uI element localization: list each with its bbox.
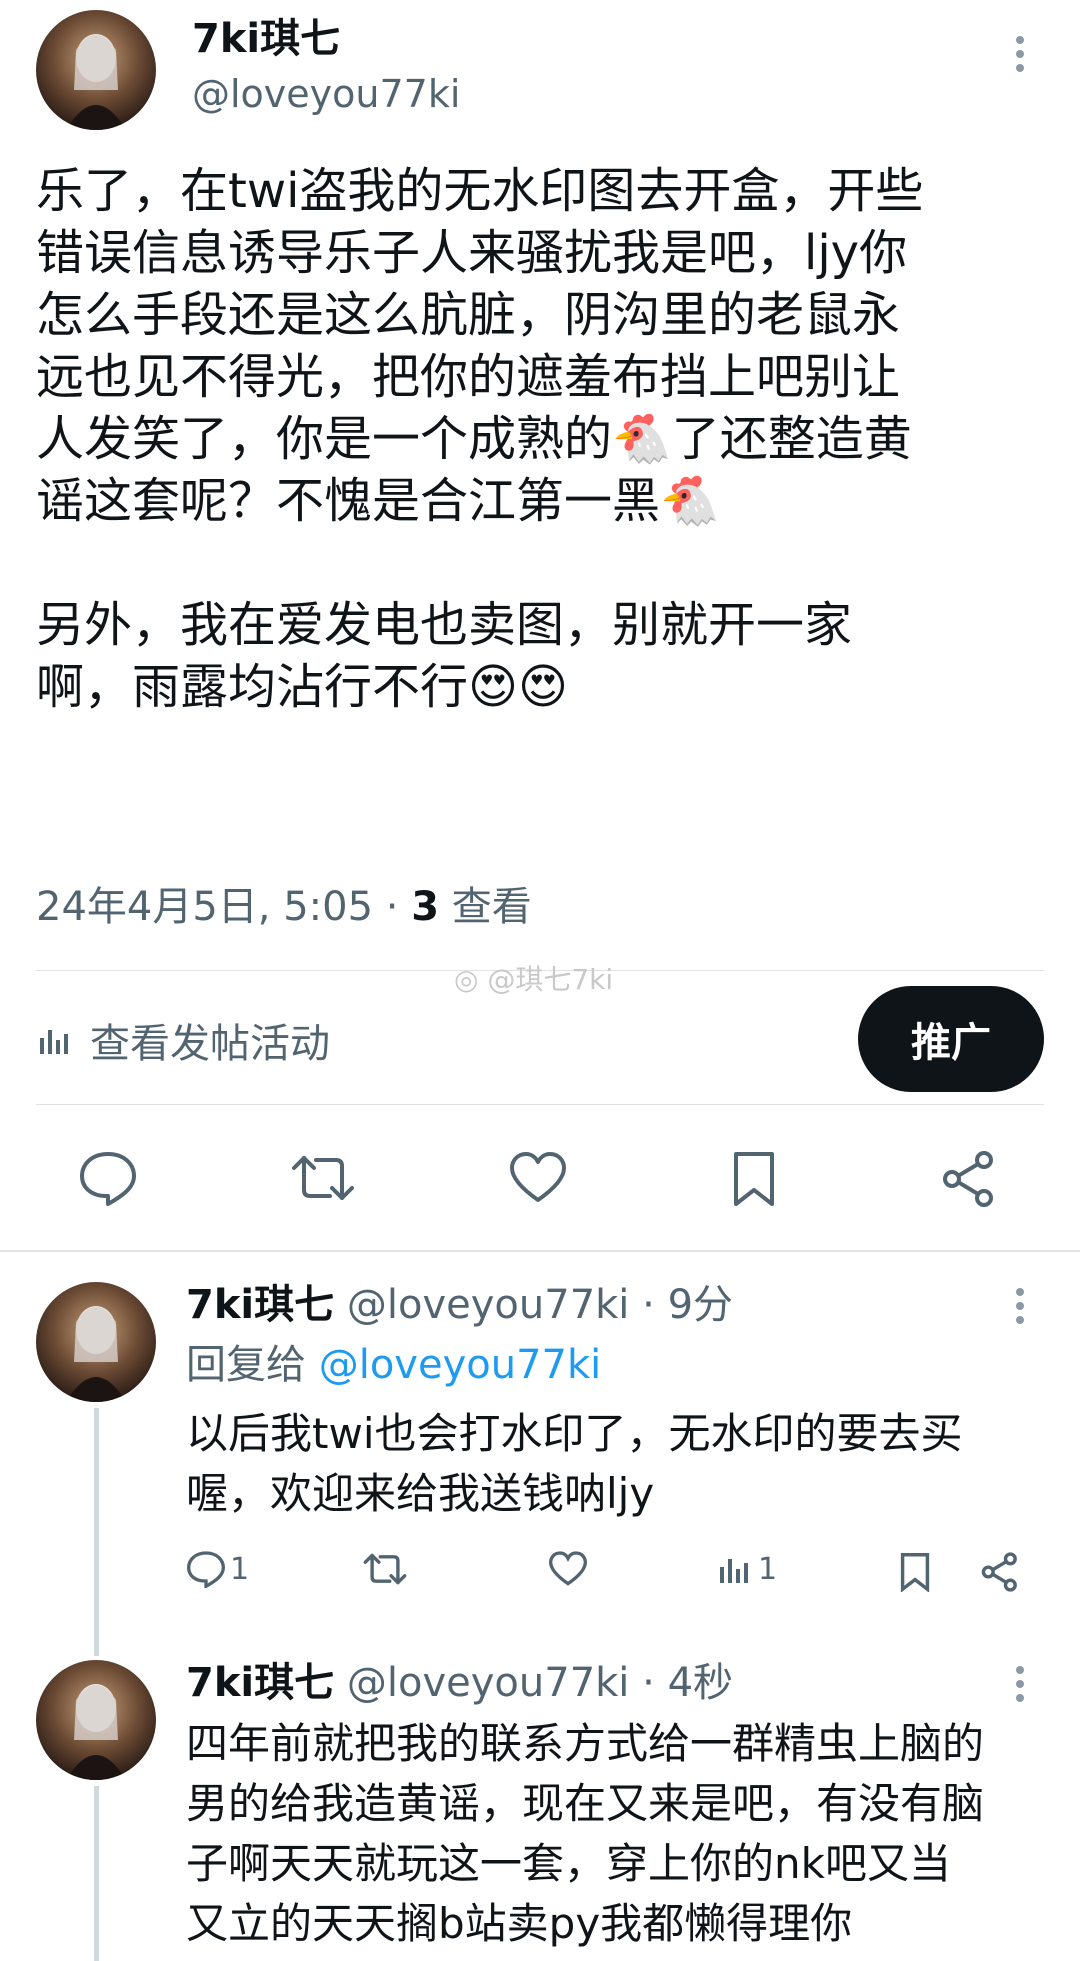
views-label: 查看 (439, 884, 532, 930)
reply-text: 四年前就把我的联系方式给一群精虫上脑的 男的给我造黄谣，现在又来是吧，有没有脑 … (186, 1714, 1066, 1954)
tweet-line: 另外，我在爱发电也卖图，别就开一家 (36, 597, 853, 653)
bookmark-icon[interactable] (898, 1552, 932, 1592)
tweet-line: 错误信息诱导乐子人来骚扰我是吧，ljy你 (36, 225, 908, 281)
tweet-line: 乐了，在twi盗我的无水印图去开盒，开些 (36, 163, 924, 219)
reply-time[interactable]: · 9分 (629, 1282, 733, 1328)
reply-line: 四年前就把我的联系方式给一群精虫上脑的 (186, 1719, 985, 1768)
promote-label: 推广 (911, 1020, 991, 1066)
more-icon[interactable] (1016, 1666, 1026, 1708)
avatar[interactable] (36, 10, 156, 130)
tweet-line: 怎么手段还是这么肮脏，阴沟里的老鼠永 (36, 287, 901, 343)
view-activity-link[interactable]: 查看发帖活动 (36, 1012, 330, 1068)
reply-action-reply[interactable]: 1 (186, 1550, 249, 1588)
share-icon[interactable] (940, 1150, 998, 1208)
views-count: 1 (758, 1551, 778, 1587)
weibo-icon: ◎ (454, 963, 479, 996)
reply-action-retweet[interactable] (362, 1550, 412, 1588)
author-name[interactable]: 7ki琪七 (192, 14, 340, 64)
reply-header: 7ki琪七 @loveyou77ki · 9分 (186, 1280, 733, 1330)
more-icon[interactable] (1016, 1288, 1026, 1330)
reply-time[interactable]: · 4秒 (629, 1660, 733, 1706)
views-count: 3 (411, 884, 440, 930)
reply-icon (186, 1550, 226, 1588)
replying-to-handle[interactable]: @loveyou77ki (319, 1342, 602, 1388)
like-icon[interactable] (508, 1150, 568, 1206)
tweet-text: 乐了，在twi盗我的无水印图去开盒，开些 错误信息诱导乐子人来骚扰我是吧，ljy… (36, 160, 1046, 718)
promote-button[interactable]: 推广 (858, 986, 1044, 1092)
reply-author-name[interactable]: 7ki琪七 (186, 1282, 334, 1328)
replying-to: 回复给 @loveyou77ki (186, 1340, 601, 1390)
reply-line: 男的给我造黄谣，现在又来是吧，有没有脑 (186, 1779, 985, 1828)
reply-header: 7ki琪七 @loveyou77ki · 4秒 (186, 1658, 733, 1708)
reply-line: 喔，欢迎来给我送钱呐ljy (186, 1469, 655, 1518)
timestamp[interactable]: 24年4月5日, 5:05 · (36, 884, 411, 930)
reply-author-name[interactable]: 7ki琪七 (186, 1660, 334, 1706)
author-handle[interactable]: @loveyou77ki (192, 70, 460, 118)
reply-author-handle[interactable]: @loveyou77ki (347, 1660, 630, 1706)
reply-line: 又立的天天搁b站卖py我都懒得理你 (186, 1899, 853, 1948)
reply-text: 以后我twi也会打水印了，无水印的要去买 喔，欢迎来给我送钱呐ljy (186, 1404, 1056, 1524)
reply-count: 1 (230, 1551, 250, 1587)
reply-icon[interactable] (78, 1150, 138, 1206)
analytics-icon (716, 1550, 752, 1588)
tweet-line (36, 532, 1046, 594)
watermark: ◎ @琪七7ki (454, 962, 613, 998)
tweet-line: 谣这套呢？不愧是合江第一黑🐔 (36, 473, 720, 529)
watermark-text: @琪七7ki (487, 963, 614, 996)
thread-line (94, 1786, 99, 1961)
share-icon[interactable] (980, 1552, 1020, 1592)
tweet-line: 人发笑了，你是一个成熟的🐔了还整造黄 (36, 411, 912, 467)
avatar[interactable] (36, 1660, 156, 1780)
more-icon[interactable] (1016, 36, 1026, 78)
tweet-line: 啊，雨露均沾行不行😍😍 (36, 659, 569, 715)
reply-action-like[interactable] (548, 1550, 592, 1588)
replying-to-label: 回复给 (186, 1342, 319, 1388)
thread-line (94, 1408, 99, 1656)
section-divider (0, 1250, 1080, 1252)
reply-action-views[interactable]: 1 (716, 1550, 777, 1588)
tweet-meta: 24年4月5日, 5:05 · 3 查看 (36, 882, 532, 932)
retweet-icon[interactable] (290, 1150, 356, 1206)
reply-line: 子啊天天就玩这一套，穿上你的nk吧又当 (186, 1839, 951, 1888)
divider (36, 1104, 1044, 1105)
avatar[interactable] (36, 1282, 156, 1402)
reply-line: 以后我twi也会打水印了，无水印的要去买 (186, 1409, 963, 1458)
tweet-line: 远也见不得光，把你的遮羞布挡上吧别让 (36, 349, 901, 405)
activity-label: 查看发帖活动 (90, 1021, 330, 1067)
like-icon (548, 1550, 588, 1588)
retweet-icon (362, 1550, 408, 1588)
reply-author-handle[interactable]: @loveyou77ki (347, 1282, 630, 1328)
bookmark-icon[interactable] (730, 1150, 778, 1208)
analytics-icon (36, 1022, 72, 1058)
